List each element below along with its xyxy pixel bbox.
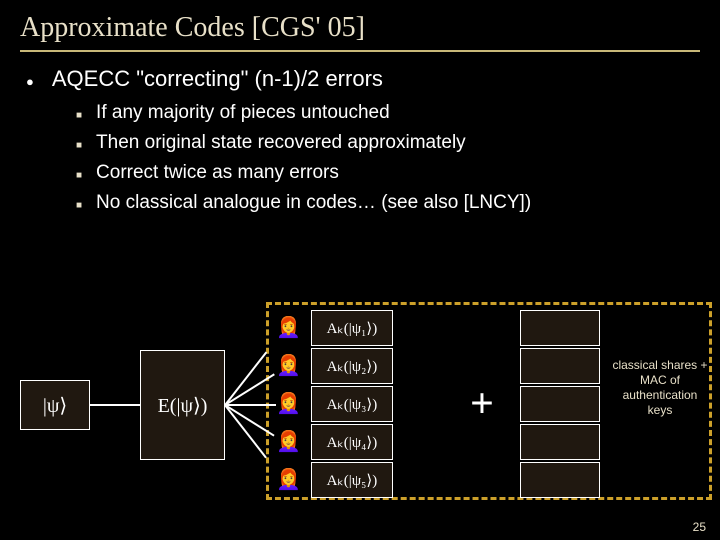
- sub-bullet-text: Correct twice as many errors: [96, 162, 339, 184]
- sub-bullet: ■ Correct twice as many errors: [76, 162, 700, 184]
- sub-bullet-list: ■ If any majority of pieces untouched ■ …: [76, 102, 700, 214]
- square-bullet-icon: ■: [76, 200, 82, 211]
- square-bullet-icon: ■: [76, 140, 82, 151]
- psi-label: |ψ⟩: [43, 393, 67, 418]
- classical-label: classical shares + MAC of authentication…: [610, 358, 710, 418]
- classical-share-box: [520, 348, 600, 384]
- auth-share-label: Aₖ(|ψ₃⟩): [327, 395, 378, 414]
- auth-share-label: Aₖ(|ψ₁⟩): [327, 319, 378, 338]
- share-row: 👩‍🦰 Aₖ(|ψ₄⟩): [276, 424, 393, 460]
- psi-input-box: |ψ⟩: [20, 380, 90, 430]
- sub-bullet-text: Then original state recovered approximat…: [96, 132, 466, 154]
- connector-line: [90, 404, 140, 406]
- auth-share-box: Aₖ(|ψ₁⟩): [311, 310, 393, 346]
- person-icon: 👩‍🦰: [276, 432, 301, 452]
- sub-bullet: ■ No classical analogue in codes… (see a…: [76, 192, 700, 214]
- auth-share-box: Aₖ(|ψ₃⟩): [311, 386, 393, 422]
- share-row: 👩‍🦰 Aₖ(|ψ₂⟩): [276, 348, 393, 384]
- auth-share-label: Aₖ(|ψ₅⟩): [327, 471, 378, 490]
- sub-bullet-text: If any majority of pieces untouched: [96, 102, 390, 124]
- auth-share-label: Aₖ(|ψ₂⟩): [327, 357, 378, 376]
- share-row: 👩‍🦰 Aₖ(|ψ₁⟩): [276, 310, 393, 346]
- fan-line: [224, 351, 266, 405]
- person-icon: 👩‍🦰: [276, 356, 301, 376]
- auth-share-stack: 👩‍🦰 Aₖ(|ψ₁⟩) 👩‍🦰 Aₖ(|ψ₂⟩) 👩‍🦰 Aₖ(|ψ₃⟩) 👩…: [276, 310, 393, 500]
- encoding-label: E(|ψ⟩): [158, 393, 208, 418]
- main-bullet-text: AQECC "correcting" (n-1)/2 errors: [52, 66, 383, 92]
- fan-line: [224, 404, 266, 458]
- share-row: 👩‍🦰 Aₖ(|ψ₅⟩): [276, 462, 393, 498]
- auth-share-box: Aₖ(|ψ₂⟩): [311, 348, 393, 384]
- sub-bullet: ■ Then original state recovered approxim…: [76, 132, 700, 154]
- bullet-dot-icon: ●: [26, 74, 34, 90]
- fan-line: [225, 404, 276, 406]
- sub-bullet-text: No classical analogue in codes… (see als…: [96, 192, 531, 214]
- classical-share-box: [520, 386, 600, 422]
- auth-share-label: Aₖ(|ψ₄⟩): [327, 433, 378, 452]
- square-bullet-icon: ■: [76, 110, 82, 121]
- diagram: |ψ⟩ E(|ψ⟩) 👩‍🦰 Aₖ(|ψ₁⟩) 👩‍🦰 Aₖ(|ψ₂⟩) 👩‍🦰…: [20, 310, 700, 515]
- main-bullet: ● AQECC "correcting" (n-1)/2 errors: [26, 66, 700, 92]
- auth-share-box: Aₖ(|ψ₅⟩): [311, 462, 393, 498]
- plus-symbol: +: [470, 380, 494, 428]
- share-row: 👩‍🦰 Aₖ(|ψ₃⟩): [276, 386, 393, 422]
- classical-share-box: [520, 310, 600, 346]
- page-title: Approximate Codes [CGS' 05]: [20, 12, 700, 44]
- encoding-box: E(|ψ⟩): [140, 350, 225, 460]
- square-bullet-icon: ■: [76, 170, 82, 181]
- classical-share-box: [520, 462, 600, 498]
- person-icon: 👩‍🦰: [276, 394, 301, 414]
- person-icon: 👩‍🦰: [276, 318, 301, 338]
- title-underline: [20, 50, 700, 52]
- classical-share-stack: [520, 310, 600, 500]
- classical-share-box: [520, 424, 600, 460]
- sub-bullet: ■ If any majority of pieces untouched: [76, 102, 700, 124]
- page-number: 25: [693, 520, 706, 534]
- person-icon: 👩‍🦰: [276, 470, 301, 490]
- auth-share-box: Aₖ(|ψ₄⟩): [311, 424, 393, 460]
